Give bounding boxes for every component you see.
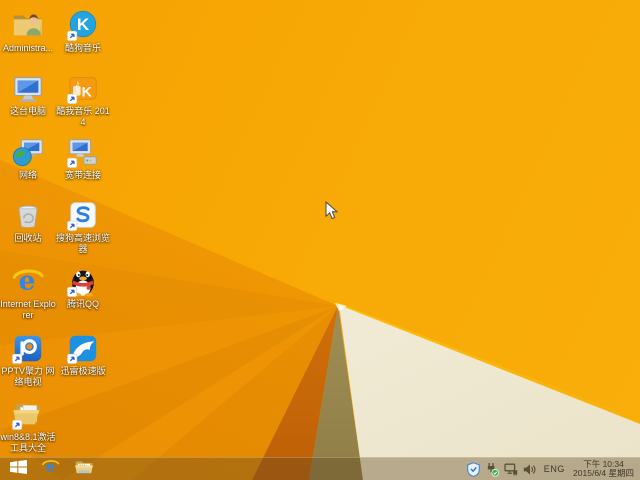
mouse-cursor <box>325 200 339 225</box>
desktop-icon-kuwo-music-2014[interactable]: K ♪ 酷我音乐 2014 <box>55 71 111 128</box>
desktop-icon-broadband-connection[interactable]: 宽带连接 <box>55 135 111 181</box>
kuwo-icon: K ♪ <box>66 71 100 105</box>
desktop-icon-label: 搜狗高速浏览器 <box>55 233 110 254</box>
desktop-icon-internet-explorer[interactable]: e Internet Explorer <box>0 264 56 321</box>
volume-tray-icon[interactable] <box>523 463 536 476</box>
start-button[interactable] <box>10 458 27 480</box>
user-folder-icon <box>11 8 45 42</box>
language-indicator[interactable]: ENG <box>541 464 568 474</box>
qq-icon <box>66 264 100 298</box>
security-shield-tray-icon[interactable] <box>466 461 480 477</box>
desktop-icon-label: win8&8.1激活工具大全 <box>0 432 56 453</box>
ie-taskbar-button[interactable]: e <box>41 458 60 480</box>
network-icon <box>11 135 45 169</box>
desktop-icon-pptv[interactable]: PPTV聚力 网络电视 <box>0 331 56 388</box>
desktop[interactable]: Administra... K 酷狗音乐这台电脑 K ♪ 酷我音乐 2014 网络 宽带连接回… <box>0 0 640 480</box>
computer-icon <box>11 71 45 105</box>
desktop-icon-network[interactable]: 网络 <box>0 135 56 181</box>
open-folder-icon <box>11 397 45 431</box>
desktop-icon-sogou-browser[interactable]: 搜狗高速浏览器 <box>55 198 111 255</box>
desktop-icon-recycle-bin[interactable]: 回收站 <box>0 198 56 244</box>
clock[interactable]: 下午 10:34 2015/6/4 星期四 <box>573 459 636 479</box>
desktop-icon-label: 酷狗音乐 <box>64 43 101 53</box>
sogou-icon <box>66 198 100 232</box>
folder-icon <box>74 458 94 480</box>
desktop-icon-label: 网络 <box>18 170 37 180</box>
file-explorer-taskbar-button[interactable] <box>74 458 94 480</box>
desktop-icon-label: 酷我音乐 2014 <box>56 106 110 127</box>
ie-icon: e <box>11 264 45 298</box>
desktop-icon-xunlei-speed[interactable]: 迅雷极速版 <box>55 331 111 377</box>
svg-text:K: K <box>82 85 93 101</box>
clock-date: 2015/6/4 星期四 <box>573 468 634 478</box>
desktop-icon-label: 腾讯QQ <box>66 299 99 309</box>
internet-explorer-icon: e <box>41 457 60 480</box>
desktop-icon-label: 回收站 <box>14 233 42 243</box>
power-plug-tray-icon[interactable] <box>485 462 499 477</box>
desktop-icon-this-pc[interactable]: 这台电脑 <box>0 71 56 117</box>
svg-text:K: K <box>77 15 90 34</box>
pptv-icon <box>11 331 45 365</box>
desktop-icon-tencent-qq[interactable]: 腾讯QQ <box>55 264 111 310</box>
network-tray-icon[interactable] <box>504 462 518 476</box>
desktop-icon-label: 迅雷极速版 <box>60 366 106 376</box>
desktop-icon-label: 这台电脑 <box>9 106 46 116</box>
taskbar[interactable]: e ENG 下午 10:34 2015/6/4 星期四 <box>0 457 640 480</box>
kugou-icon: K <box>66 8 100 42</box>
broadband-icon <box>66 135 100 169</box>
desktop-icon-administrator-folder[interactable]: Administra... <box>0 8 56 54</box>
recycle-icon <box>11 198 45 232</box>
desktop-icon-kugou-music[interactable]: K 酷狗音乐 <box>55 8 111 54</box>
desktop-icon-label: Internet Explorer <box>0 299 56 320</box>
desktop-icon-label: PPTV聚力 网络电视 <box>1 366 55 387</box>
desktop-icon-win8-activation-tools[interactable]: win8&8.1激活工具大全 <box>0 397 56 454</box>
desktop-icon-label: 宽带连接 <box>64 170 101 180</box>
windows-logo-icon <box>10 459 27 479</box>
desktop-icon-label: Administra... <box>2 43 53 53</box>
xunlei-icon <box>66 331 100 365</box>
